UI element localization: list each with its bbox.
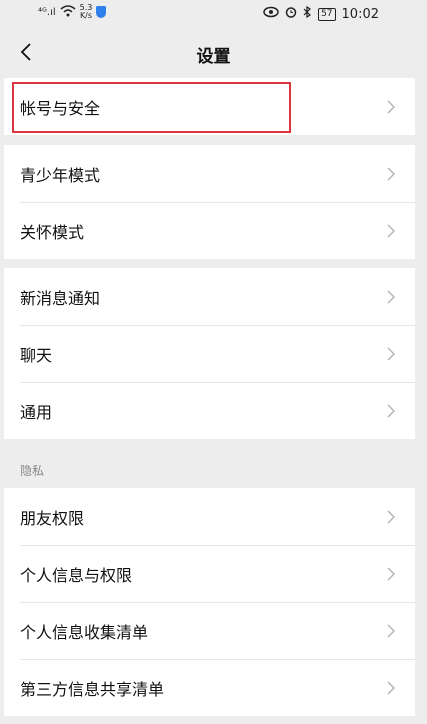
settings-item-label: 帐号与安全 <box>20 98 101 118</box>
chevron-right-icon <box>387 290 395 304</box>
settings-group-privacy: 朋友权限 个人信息与权限 个人信息收集清单 第三方信息共享清单 <box>4 488 415 716</box>
wifi-icon <box>60 4 76 20</box>
settings-group-account: 帐号与安全 <box>4 78 415 135</box>
chevron-right-icon <box>387 404 395 418</box>
settings-item-third-party-sharing[interactable]: 第三方信息共享清单 <box>4 659 415 716</box>
signal-icon: ⁴ᴳ.ıl <box>38 6 56 18</box>
settings-group-modes: 青少年模式 关怀模式 <box>4 145 415 259</box>
page-title: 设置 <box>196 47 231 67</box>
settings-item-general[interactable]: 通用 <box>4 382 415 439</box>
chevron-right-icon <box>387 100 395 114</box>
chevron-right-icon <box>387 681 395 695</box>
settings-item-label: 个人信息与权限 <box>20 565 133 585</box>
chevron-right-icon <box>387 224 395 238</box>
settings-item-personal-info-list[interactable]: 个人信息收集清单 <box>4 602 415 659</box>
network-speed: 5.3 K/s <box>79 3 93 20</box>
settings-item-label: 个人信息收集清单 <box>20 622 149 642</box>
settings-item-label: 新消息通知 <box>20 288 101 308</box>
chevron-right-icon <box>387 624 395 638</box>
settings-item-label: 第三方信息共享清单 <box>20 679 165 699</box>
settings-item-personal-info-permissions[interactable]: 个人信息与权限 <box>4 545 415 602</box>
shield-icon <box>96 6 107 18</box>
settings-item-label: 关怀模式 <box>20 222 85 242</box>
settings-item-account-security[interactable]: 帐号与安全 <box>4 78 415 135</box>
clock-time: 10:02 <box>341 6 379 22</box>
section-title-privacy: 隐私 <box>20 464 45 478</box>
chevron-right-icon <box>387 347 395 361</box>
settings-item-label: 朋友权限 <box>20 508 85 528</box>
chevron-right-icon <box>387 567 395 581</box>
nav-bar: 设置 <box>0 30 427 76</box>
status-left: ⁴ᴳ.ıl 5.3 K/s <box>38 3 107 20</box>
status-right: 57 10:02 <box>263 5 379 22</box>
settings-item-label: 青少年模式 <box>20 165 101 185</box>
settings-item-label: 聊天 <box>20 345 53 365</box>
settings-item-notifications[interactable]: 新消息通知 <box>4 268 415 325</box>
settings-item-youth-mode[interactable]: 青少年模式 <box>4 145 415 202</box>
battery-icon: 57 <box>318 7 336 21</box>
chevron-right-icon <box>387 510 395 524</box>
alarm-icon <box>285 6 297 22</box>
eye-icon <box>263 6 279 22</box>
bluetooth-icon <box>303 5 312 22</box>
settings-item-chat[interactable]: 聊天 <box>4 325 415 382</box>
status-bar: ⁴ᴳ.ıl 5.3 K/s 57 10:02 <box>0 0 427 30</box>
settings-group-general: 新消息通知 聊天 通用 <box>4 268 415 439</box>
chevron-right-icon <box>387 167 395 181</box>
settings-item-care-mode[interactable]: 关怀模式 <box>4 202 415 259</box>
settings-item-friend-permissions[interactable]: 朋友权限 <box>4 488 415 545</box>
settings-item-label: 通用 <box>20 402 53 422</box>
